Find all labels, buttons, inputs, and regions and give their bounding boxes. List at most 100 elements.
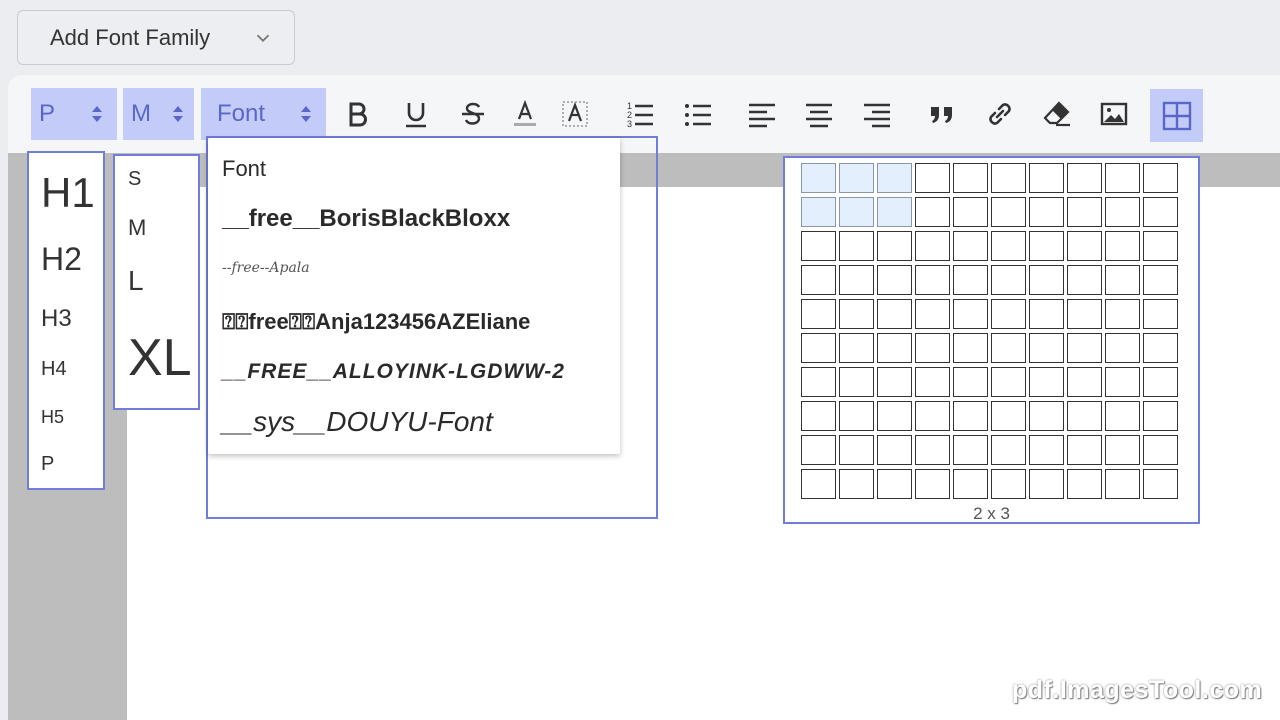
table-grid-cell[interactable] — [953, 265, 988, 295]
table-grid-cell[interactable] — [991, 265, 1026, 295]
table-grid-cell[interactable] — [1105, 163, 1140, 193]
align-right-button[interactable] — [855, 92, 899, 136]
table-grid-cell[interactable] — [877, 265, 912, 295]
table-grid-cell[interactable] — [801, 367, 836, 397]
table-grid-cell[interactable] — [1105, 265, 1140, 295]
table-grid-cell[interactable] — [801, 265, 836, 295]
table-grid-cell[interactable] — [801, 469, 836, 499]
table-grid-cell[interactable] — [915, 401, 950, 431]
table-grid-cell[interactable] — [1143, 435, 1178, 465]
table-grid-cell[interactable] — [801, 401, 836, 431]
table-grid-cell[interactable] — [801, 163, 836, 193]
size-option-l[interactable]: L — [128, 265, 144, 297]
size-select[interactable]: M — [123, 88, 194, 140]
table-grid-cell[interactable] — [1029, 367, 1064, 397]
bold-button[interactable] — [336, 92, 380, 136]
table-grid-cell[interactable] — [953, 163, 988, 193]
font-option-anja-eliane[interactable]: ⍰⍰free⍰⍰Anja123456AZEliane — [222, 309, 530, 335]
font-option-default[interactable]: Font — [222, 156, 266, 182]
table-grid-cell[interactable] — [877, 401, 912, 431]
table-grid-cell[interactable] — [1029, 435, 1064, 465]
table-grid-cell[interactable] — [1105, 231, 1140, 261]
table-grid-cell[interactable] — [839, 299, 874, 329]
table-grid-cell[interactable] — [953, 469, 988, 499]
ordered-list-button[interactable]: 123 — [618, 92, 662, 136]
table-grid-cell[interactable] — [953, 435, 988, 465]
table-grid-cell[interactable] — [991, 231, 1026, 261]
heading-option-h4[interactable]: H4 — [41, 358, 67, 381]
table-button[interactable] — [1150, 89, 1203, 142]
table-grid-cell[interactable] — [915, 333, 950, 363]
table-grid-cell[interactable] — [839, 401, 874, 431]
table-grid-cell[interactable] — [1143, 469, 1178, 499]
strikethrough-button[interactable] — [451, 92, 495, 136]
table-grid-cell[interactable] — [1067, 435, 1102, 465]
table-grid-cell[interactable] — [839, 197, 874, 227]
table-grid-cell[interactable] — [801, 299, 836, 329]
table-grid-cell[interactable] — [839, 265, 874, 295]
table-grid-cell[interactable] — [839, 231, 874, 261]
table-grid-cell[interactable] — [991, 469, 1026, 499]
font-color-button[interactable] — [503, 92, 547, 136]
table-grid-cell[interactable] — [953, 333, 988, 363]
table-grid-cell[interactable] — [991, 299, 1026, 329]
table-grid-cell[interactable] — [877, 299, 912, 329]
image-button[interactable] — [1092, 92, 1136, 136]
size-option-xl[interactable]: XL — [128, 328, 192, 388]
table-grid-cell[interactable] — [1029, 265, 1064, 295]
table-grid-cell[interactable] — [1105, 401, 1140, 431]
table-grid-cell[interactable] — [1143, 367, 1178, 397]
table-grid-cell[interactable] — [1067, 469, 1102, 499]
table-grid-cell[interactable] — [801, 231, 836, 261]
font-select[interactable]: Font — [201, 88, 326, 140]
table-grid-cell[interactable] — [991, 163, 1026, 193]
table-grid-cell[interactable] — [1105, 367, 1140, 397]
heading-option-h2[interactable]: H2 — [41, 241, 82, 278]
table-grid-cell[interactable] — [915, 231, 950, 261]
align-center-button[interactable] — [797, 92, 841, 136]
table-grid-cell[interactable] — [877, 469, 912, 499]
table-grid-cell[interactable] — [1029, 299, 1064, 329]
font-option-apala[interactable]: --free--Apala — [222, 260, 310, 276]
table-grid-cell[interactable] — [953, 197, 988, 227]
table-grid-cell[interactable] — [1067, 163, 1102, 193]
table-grid-cell[interactable] — [1029, 401, 1064, 431]
heading-option-p[interactable]: P — [41, 453, 54, 476]
table-grid-cell[interactable] — [1067, 265, 1102, 295]
bullet-list-button[interactable] — [676, 92, 720, 136]
table-grid-cell[interactable] — [953, 231, 988, 261]
table-grid-cell[interactable] — [991, 197, 1026, 227]
heading-option-h3[interactable]: H3 — [41, 305, 72, 333]
table-grid-cell[interactable] — [991, 401, 1026, 431]
heading-select[interactable]: P — [31, 88, 117, 140]
table-grid-cell[interactable] — [877, 367, 912, 397]
table-grid-cell[interactable] — [953, 401, 988, 431]
table-grid-cell[interactable] — [1143, 197, 1178, 227]
quote-button[interactable] — [920, 92, 964, 136]
table-grid-cell[interactable] — [1067, 401, 1102, 431]
table-grid-cell[interactable] — [877, 197, 912, 227]
table-grid-cell[interactable] — [953, 299, 988, 329]
table-grid-cell[interactable] — [1105, 197, 1140, 227]
table-grid-cell[interactable] — [839, 469, 874, 499]
heading-option-h5[interactable]: H5 — [41, 407, 64, 428]
table-grid-cell[interactable] — [877, 163, 912, 193]
table-grid-cell[interactable] — [915, 367, 950, 397]
table-grid-cell[interactable] — [915, 435, 950, 465]
table-grid-cell[interactable] — [1029, 197, 1064, 227]
align-left-button[interactable] — [740, 92, 784, 136]
table-grid-cell[interactable] — [839, 333, 874, 363]
table-grid-cell[interactable] — [1143, 163, 1178, 193]
table-grid-cell[interactable] — [1029, 163, 1064, 193]
table-grid-cell[interactable] — [1105, 299, 1140, 329]
table-grid-cell[interactable] — [877, 435, 912, 465]
table-grid-cell[interactable] — [915, 197, 950, 227]
table-grid-cell[interactable] — [839, 163, 874, 193]
table-grid-cell[interactable] — [1143, 401, 1178, 431]
link-button[interactable] — [978, 92, 1022, 136]
table-grid-cell[interactable] — [877, 333, 912, 363]
table-grid-cell[interactable] — [1067, 197, 1102, 227]
table-grid-cell[interactable] — [1143, 333, 1178, 363]
table-grid-cell[interactable] — [915, 469, 950, 499]
table-grid-cell[interactable] — [915, 163, 950, 193]
